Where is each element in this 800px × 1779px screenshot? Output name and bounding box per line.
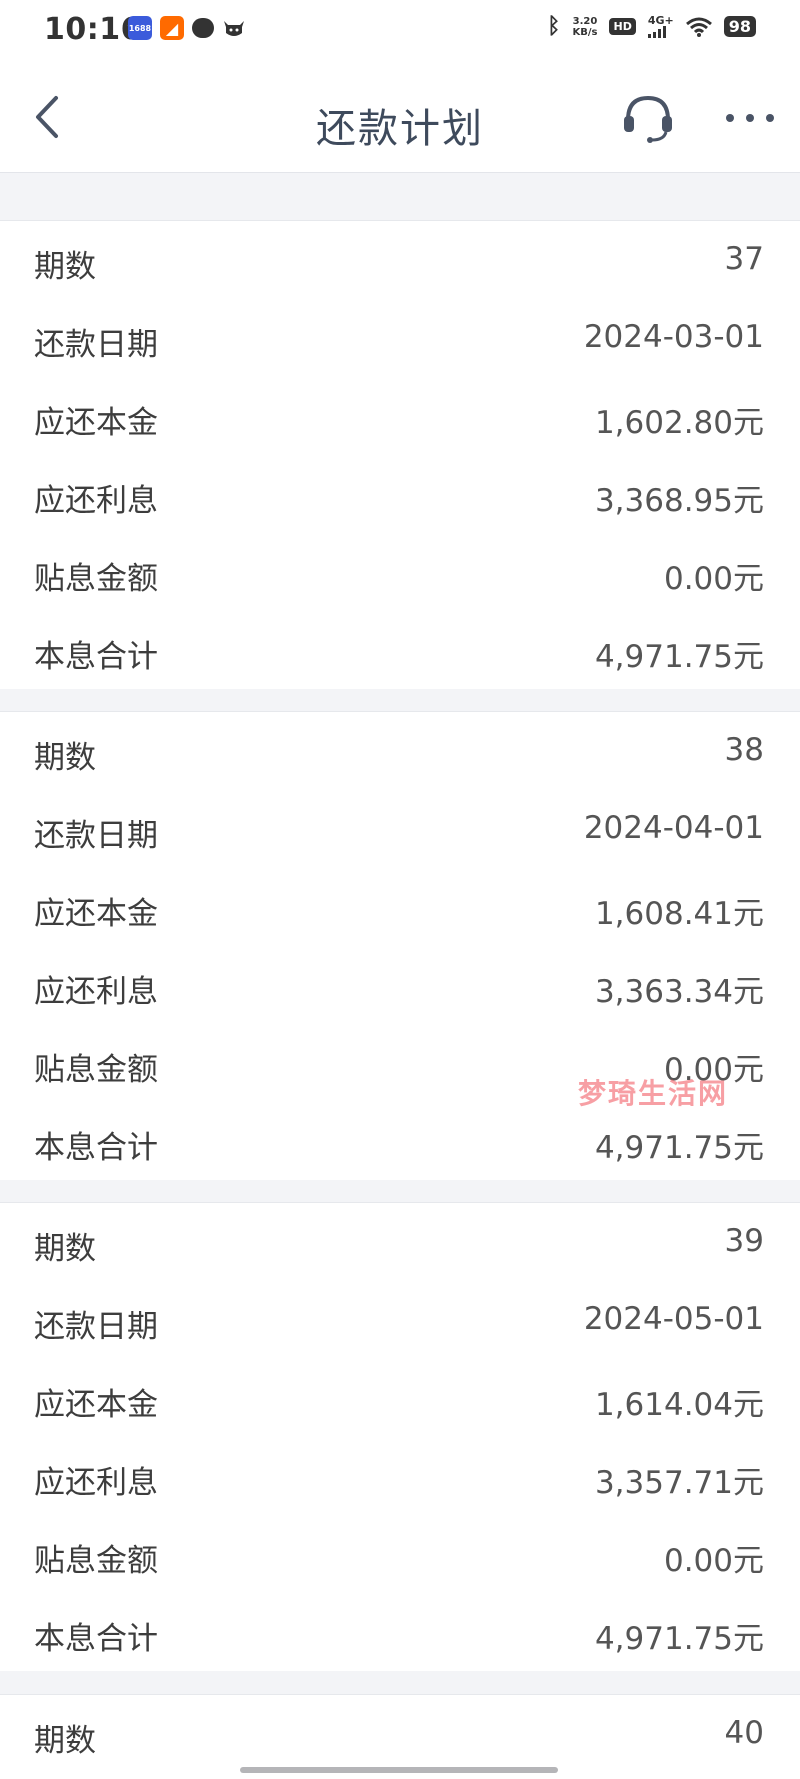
date-row: 还款日期 2024-05-01: [34, 1301, 764, 1345]
period-row: 期数 39: [34, 1223, 764, 1267]
status-bar: 10:16 1688 ◢ ᛒ 3.20 KB/s HD 4G+ 98: [0, 0, 800, 62]
home-indicator[interactable]: [240, 1767, 558, 1773]
interest-value: 3,368.95元: [594, 483, 764, 519]
period-row: 期数 37: [34, 241, 764, 285]
period-value: 40: [724, 1715, 764, 1751]
principal-value: 1,602.80元: [594, 405, 764, 441]
battery-indicator: 98: [723, 16, 756, 37]
more-dots-icon: [726, 114, 774, 122]
page-title: 还款计划: [316, 106, 484, 152]
more-button[interactable]: [724, 108, 776, 128]
notification-icons: 1688 ◢: [128, 16, 246, 40]
headset-icon: [624, 95, 672, 143]
subsidy-row: 贴息金额 0.00元: [0, 533, 800, 611]
total-value: 4,971.75元: [594, 1621, 764, 1657]
subsidy-value: 0.00元: [663, 561, 764, 597]
total-row: 本息合计 4,971.75元: [0, 1102, 800, 1180]
period-card: 期数 37 还款日期 2024-03-01 应还本金 1,602.80元 应还利…: [0, 220, 800, 689]
interest-row: 应还利息 3,357.71元: [0, 1437, 800, 1515]
message-icon: [192, 18, 214, 38]
date-row: 还款日期 2024-04-01: [34, 810, 764, 854]
subsidy-row: 贴息金额 0.00元: [0, 1515, 800, 1593]
interest-row: 应还利息 3,368.95元: [0, 455, 800, 533]
total-row: 本息合计 4,971.75元: [0, 1593, 800, 1671]
interest-value: 3,363.34元: [594, 974, 764, 1010]
period-value: 39: [724, 1223, 764, 1259]
bluetooth-icon: ᛒ: [547, 14, 561, 39]
hd-badge: HD: [609, 18, 636, 35]
total-row: 本息合计 4,971.75元: [0, 611, 800, 689]
principal-value: 1,608.41元: [594, 896, 764, 932]
system-status: ᛒ 3.20 KB/s HD 4G+ 98: [547, 14, 756, 39]
total-value: 4,971.75元: [594, 639, 764, 675]
nav-header: 还款计划: [0, 62, 800, 173]
subsidy-value: 0.00元: [663, 1543, 764, 1579]
period-row: 期数 38: [34, 732, 764, 776]
wifi-icon: [685, 17, 712, 37]
period-value: 38: [724, 732, 764, 768]
cellular-signal-icon: 4G+: [647, 15, 674, 38]
date-value: 2024-05-01: [583, 1301, 764, 1337]
principal-row: 应还本金 1,614.04元: [0, 1359, 800, 1437]
period-card: 期数 39 还款日期 2024-05-01 应还本金 1,614.04元 应还利…: [0, 1202, 800, 1671]
network-speed: 3.20 KB/s: [572, 15, 598, 38]
watermark: 梦琦生活网: [578, 1077, 729, 1110]
period-value: 37: [724, 241, 764, 277]
date-row: 还款日期 2024-03-01: [34, 319, 764, 363]
taobao-app-icon: ◢: [160, 16, 184, 40]
1688-app-icon: 1688: [128, 16, 152, 40]
principal-value: 1,614.04元: [594, 1387, 764, 1423]
period-row: 期数 40: [34, 1715, 764, 1759]
customer-service-button[interactable]: [620, 90, 676, 146]
principal-row: 应还本金 1,608.41元: [0, 868, 800, 946]
date-value: 2024-04-01: [583, 810, 764, 846]
total-value: 4,971.75元: [594, 1130, 764, 1166]
ox-app-icon: [224, 21, 244, 36]
date-value: 2024-03-01: [583, 319, 764, 355]
interest-value: 3,357.71元: [594, 1465, 764, 1501]
interest-row: 应还利息 3,363.34元: [0, 946, 800, 1024]
principal-row: 应还本金 1,602.80元: [0, 377, 800, 455]
